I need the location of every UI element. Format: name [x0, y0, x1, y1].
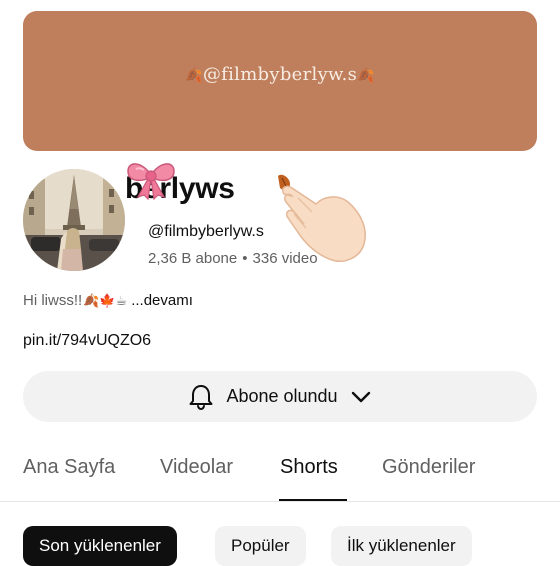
- tab-videolar[interactable]: Videolar: [160, 456, 233, 479]
- banner-handle: @filmbyberlyw.s: [202, 63, 358, 85]
- tab-ana-sayfa[interactable]: Ana Sayfa: [23, 456, 115, 479]
- channel-tabs: Ana Sayfa Videolar Shorts Gönderiler: [0, 450, 560, 502]
- avatar[interactable]: [23, 169, 125, 271]
- chip-populer[interactable]: Popüler: [215, 526, 306, 566]
- subscriber-count: 2,36 B abone: [148, 250, 238, 267]
- channel-stats: 2,36 B abone • 336 video: [148, 250, 318, 267]
- channel-banner: 🍂@filmbyberlyw.s🍂: [23, 11, 537, 151]
- subscribed-label: Abone olundu: [226, 386, 338, 406]
- chip-ilk-yuklenenler[interactable]: İlk yüklenenler: [331, 526, 472, 566]
- banner-text: 🍂@filmbyberlyw.s🍂: [185, 64, 375, 85]
- channel-description[interactable]: Hi liwss!! 🍂🍁☕ ...devamı: [23, 292, 193, 309]
- leaf-icon: 🍂: [357, 67, 375, 84]
- tab-shorts[interactable]: Shorts: [280, 456, 338, 479]
- description-text: Hi liwss!!: [23, 292, 83, 309]
- chip-son-yuklenenler[interactable]: Son yüklenenler: [23, 526, 177, 566]
- bow-sticker-icon: [127, 163, 175, 201]
- tab-gonderiler[interactable]: Gönderiler: [382, 456, 475, 479]
- stats-separator: •: [242, 250, 248, 267]
- subscribed-button[interactable]: Abone olundu: [23, 371, 537, 422]
- leaf-icon: 🍂: [185, 67, 203, 84]
- more-link[interactable]: ...devamı: [131, 292, 193, 309]
- tabs-divider: [0, 501, 560, 502]
- channel-link[interactable]: pin.it/794vUQZO6: [23, 332, 151, 350]
- chevron-down-icon: [351, 391, 370, 402]
- video-count: 336 video: [252, 250, 318, 267]
- description-emojis: 🍂🍁☕: [83, 292, 128, 308]
- bell-icon: [189, 384, 213, 410]
- channel-handle: @filmbyberlyw.s: [148, 223, 264, 240]
